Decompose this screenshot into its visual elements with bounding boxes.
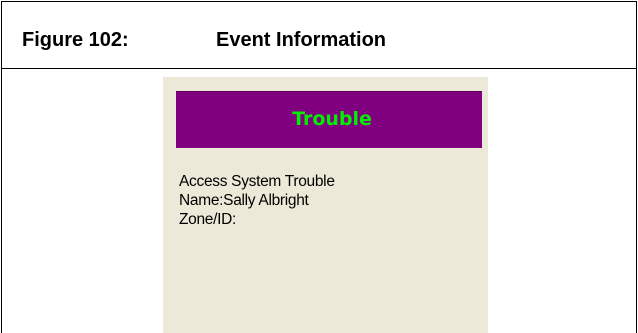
event-details: Access System Trouble Name:Sally Albrigh… [179,172,335,229]
figure-number: Figure 102: [22,29,129,51]
event-type-text: Access System Trouble [179,173,335,190]
event-status-banner: Trouble [176,91,482,148]
event-information-panel: Trouble Access System Trouble Name:Sally… [163,77,488,333]
event-status-label: Trouble [292,108,372,130]
event-name-text: Name:Sally Albright [179,192,309,209]
figure-header: Figure 102: Event Information [2,2,636,69]
event-zone-text: Zone/ID: [179,211,237,228]
figure-title: Event Information [216,29,387,51]
